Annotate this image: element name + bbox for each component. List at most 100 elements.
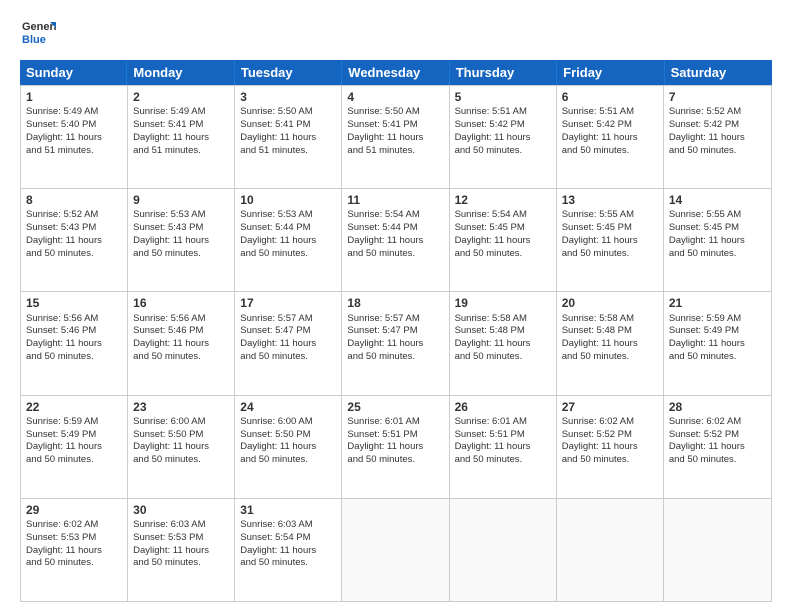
day-info-line: Sunset: 5:42 PM (669, 119, 766, 132)
day-info-line: Daylight: 11 hours (562, 235, 658, 248)
calendar-row-1: 8Sunrise: 5:52 AMSunset: 5:43 PMDaylight… (21, 189, 771, 292)
day-info-line: Sunset: 5:48 PM (455, 325, 551, 338)
calendar-body-wrapper: 1 Sunrise: 5:49 AM Sunset: 5:40 PM Daylight… (20, 85, 772, 602)
day-info-line: and 50 minutes. (133, 248, 229, 261)
header-day-wednesday: Wednesday (342, 60, 449, 85)
day-info-line: Daylight: 11 hours (347, 132, 443, 145)
logo-svg: General Blue (20, 16, 56, 52)
header-day-thursday: Thursday (450, 60, 557, 85)
day-info-line: Sunset: 5:48 PM (562, 325, 658, 338)
day-number: 25 (347, 399, 443, 415)
day-info-line: Sunset: 5:41 PM (347, 119, 443, 132)
header-day-saturday: Saturday (665, 60, 772, 85)
day-info-line: Daylight: 11 hours (133, 338, 229, 351)
day-number: 22 (26, 399, 122, 415)
day-info-line: Sunrise: 5:59 AM (26, 416, 122, 429)
day-info-line: and 51 minutes. (133, 145, 229, 158)
day-info-line: Sunrise: 5:58 AM (562, 313, 658, 326)
calendar-cell: 11Sunrise: 5:54 AMSunset: 5:44 PMDayligh… (342, 189, 449, 291)
calendar-cell: 2Sunrise: 5:49 AMSunset: 5:41 PMDaylight… (128, 86, 235, 188)
day-info-line: Sunset: 5:51 PM (347, 429, 443, 442)
day-info-line: Sunset: 5:47 PM (240, 325, 336, 338)
day-info-line: Daylight: 11 hours (240, 338, 336, 351)
day-number: 29 (26, 502, 122, 518)
day-info-line: Daylight: 11 hours (133, 132, 229, 145)
day-number: 16 (133, 295, 229, 311)
day-info-line: Sunset: 5:49 PM (26, 429, 122, 442)
day-number: 12 (455, 192, 551, 208)
day-info-line: Daylight: 11 hours (240, 545, 336, 558)
calendar-cell: 24Sunrise: 6:00 AMSunset: 5:50 PMDayligh… (235, 396, 342, 498)
day-number: 1 (26, 89, 122, 105)
day-info-line: Sunrise: 5:57 AM (347, 313, 443, 326)
day-number: 30 (133, 502, 229, 518)
day-number: 20 (562, 295, 658, 311)
header-day-sunday: Sunday (20, 60, 127, 85)
calendar-cell: 19Sunrise: 5:58 AMSunset: 5:48 PMDayligh… (450, 292, 557, 394)
day-info-line: Daylight: 11 hours (455, 235, 551, 248)
day-info-line: Sunrise: 6:02 AM (562, 416, 658, 429)
calendar-cell: 18Sunrise: 5:57 AMSunset: 5:47 PMDayligh… (342, 292, 449, 394)
calendar-cell: 15Sunrise: 5:56 AMSunset: 5:46 PMDayligh… (21, 292, 128, 394)
day-number: 8 (26, 192, 122, 208)
header-day-tuesday: Tuesday (235, 60, 342, 85)
calendar-cell: 10Sunrise: 5:53 AMSunset: 5:44 PMDayligh… (235, 189, 342, 291)
day-info-line: Sunrise: 5:51 AM (455, 106, 551, 119)
day-info-line: Sunrise: 6:01 AM (347, 416, 443, 429)
calendar-cell: 25Sunrise: 6:01 AMSunset: 5:51 PMDayligh… (342, 396, 449, 498)
day-info-line: Daylight: 11 hours (347, 441, 443, 454)
calendar-cell: 16Sunrise: 5:56 AMSunset: 5:46 PMDayligh… (128, 292, 235, 394)
header: General Blue (20, 16, 772, 52)
calendar-row-3: 22Sunrise: 5:59 AMSunset: 5:49 PM Dayligh… (21, 396, 771, 499)
day-info-line: Daylight: 11 hours (133, 235, 229, 248)
calendar-cell: 12Sunrise: 5:54 AMSunset: 5:45 PMDayligh… (450, 189, 557, 291)
calendar-cell: 6Sunrise: 5:51 AMSunset: 5:42 PMDaylight… (557, 86, 664, 188)
calendar-cell (664, 499, 771, 601)
logo: General Blue (20, 16, 56, 52)
day-number: 24 (240, 399, 336, 415)
calendar-cell: 26Sunrise: 6:01 AMSunset: 5:51 PMDayligh… (450, 396, 557, 498)
day-number: 28 (669, 399, 766, 415)
day-info-line: and 50 minutes. (347, 351, 443, 364)
day-info-line: and 50 minutes. (240, 351, 336, 364)
calendar-cell: 5Sunrise: 5:51 AMSunset: 5:42 PMDaylight… (450, 86, 557, 188)
day-info-line: Sunrise: 6:02 AM (26, 519, 122, 532)
day-info-line: and 50 minutes. (669, 145, 766, 158)
day-info-line: Sunset: 5:47 PM (347, 325, 443, 338)
day-info-line: Sunset: 5:53 PM (133, 532, 229, 545)
calendar-cell: 7Sunrise: 5:52 AMSunset: 5:42 PMDaylight… (664, 86, 771, 188)
calendar-cell: 14Sunrise: 5:55 AMSunset: 5:45 PMDayligh… (664, 189, 771, 291)
calendar-cell: 17Sunrise: 5:57 AMSunset: 5:47 PMDayligh… (235, 292, 342, 394)
day-number: 21 (669, 295, 766, 311)
day-info-line: and 51 minutes. (347, 145, 443, 158)
day-info-line: Daylight: 11 hours (669, 441, 766, 454)
day-number: 26 (455, 399, 551, 415)
calendar-cell: 13Sunrise: 5:55 AMSunset: 5:45 PMDayligh… (557, 189, 664, 291)
day-info-line: Daylight: 11 hours (455, 132, 551, 145)
day-info-line: Daylight: 11 hours (455, 441, 551, 454)
day-info-line: Daylight: 11 hours (240, 441, 336, 454)
svg-text:Blue: Blue (22, 34, 46, 46)
day-info-line: Daylight: 11 hours (669, 338, 766, 351)
day-number: 4 (347, 89, 443, 105)
day-info-line: Sunrise: 5:58 AM (455, 313, 551, 326)
day-info-line: Sunrise: 5:50 AM (347, 106, 443, 119)
day-info-line: and 50 minutes. (347, 454, 443, 467)
day-info-line: Sunset: 5:42 PM (455, 119, 551, 132)
day-info-line: Sunset: 5:50 PM (133, 429, 229, 442)
day-number: 5 (455, 89, 551, 105)
day-info-line: and 50 minutes. (455, 454, 551, 467)
day-info-line: and 50 minutes. (562, 454, 658, 467)
calendar-cell: 3Sunrise: 5:50 AMSunset: 5:41 PMDaylight… (235, 86, 342, 188)
calendar-cell: 29Sunrise: 6:02 AMSunset: 5:53 PMDayligh… (21, 499, 128, 601)
calendar-cell: 21Sunrise: 5:59 AMSunset: 5:49 PMDayligh… (664, 292, 771, 394)
day-info-line: Sunrise: 6:01 AM (455, 416, 551, 429)
day-info-line: Sunset: 5:45 PM (562, 222, 658, 235)
day-info-line: Daylight: 11 hours (240, 132, 336, 145)
day-info-line: Daylight: 11 hours (562, 132, 658, 145)
day-info-line: Sunset: 5:40 PM (26, 119, 122, 132)
day-number: 2 (133, 89, 229, 105)
day-info-line: Sunrise: 5:51 AM (562, 106, 658, 119)
day-info-line: Daylight: 11 hours (347, 338, 443, 351)
day-info-line: Sunrise: 5:49 AM (133, 106, 229, 119)
